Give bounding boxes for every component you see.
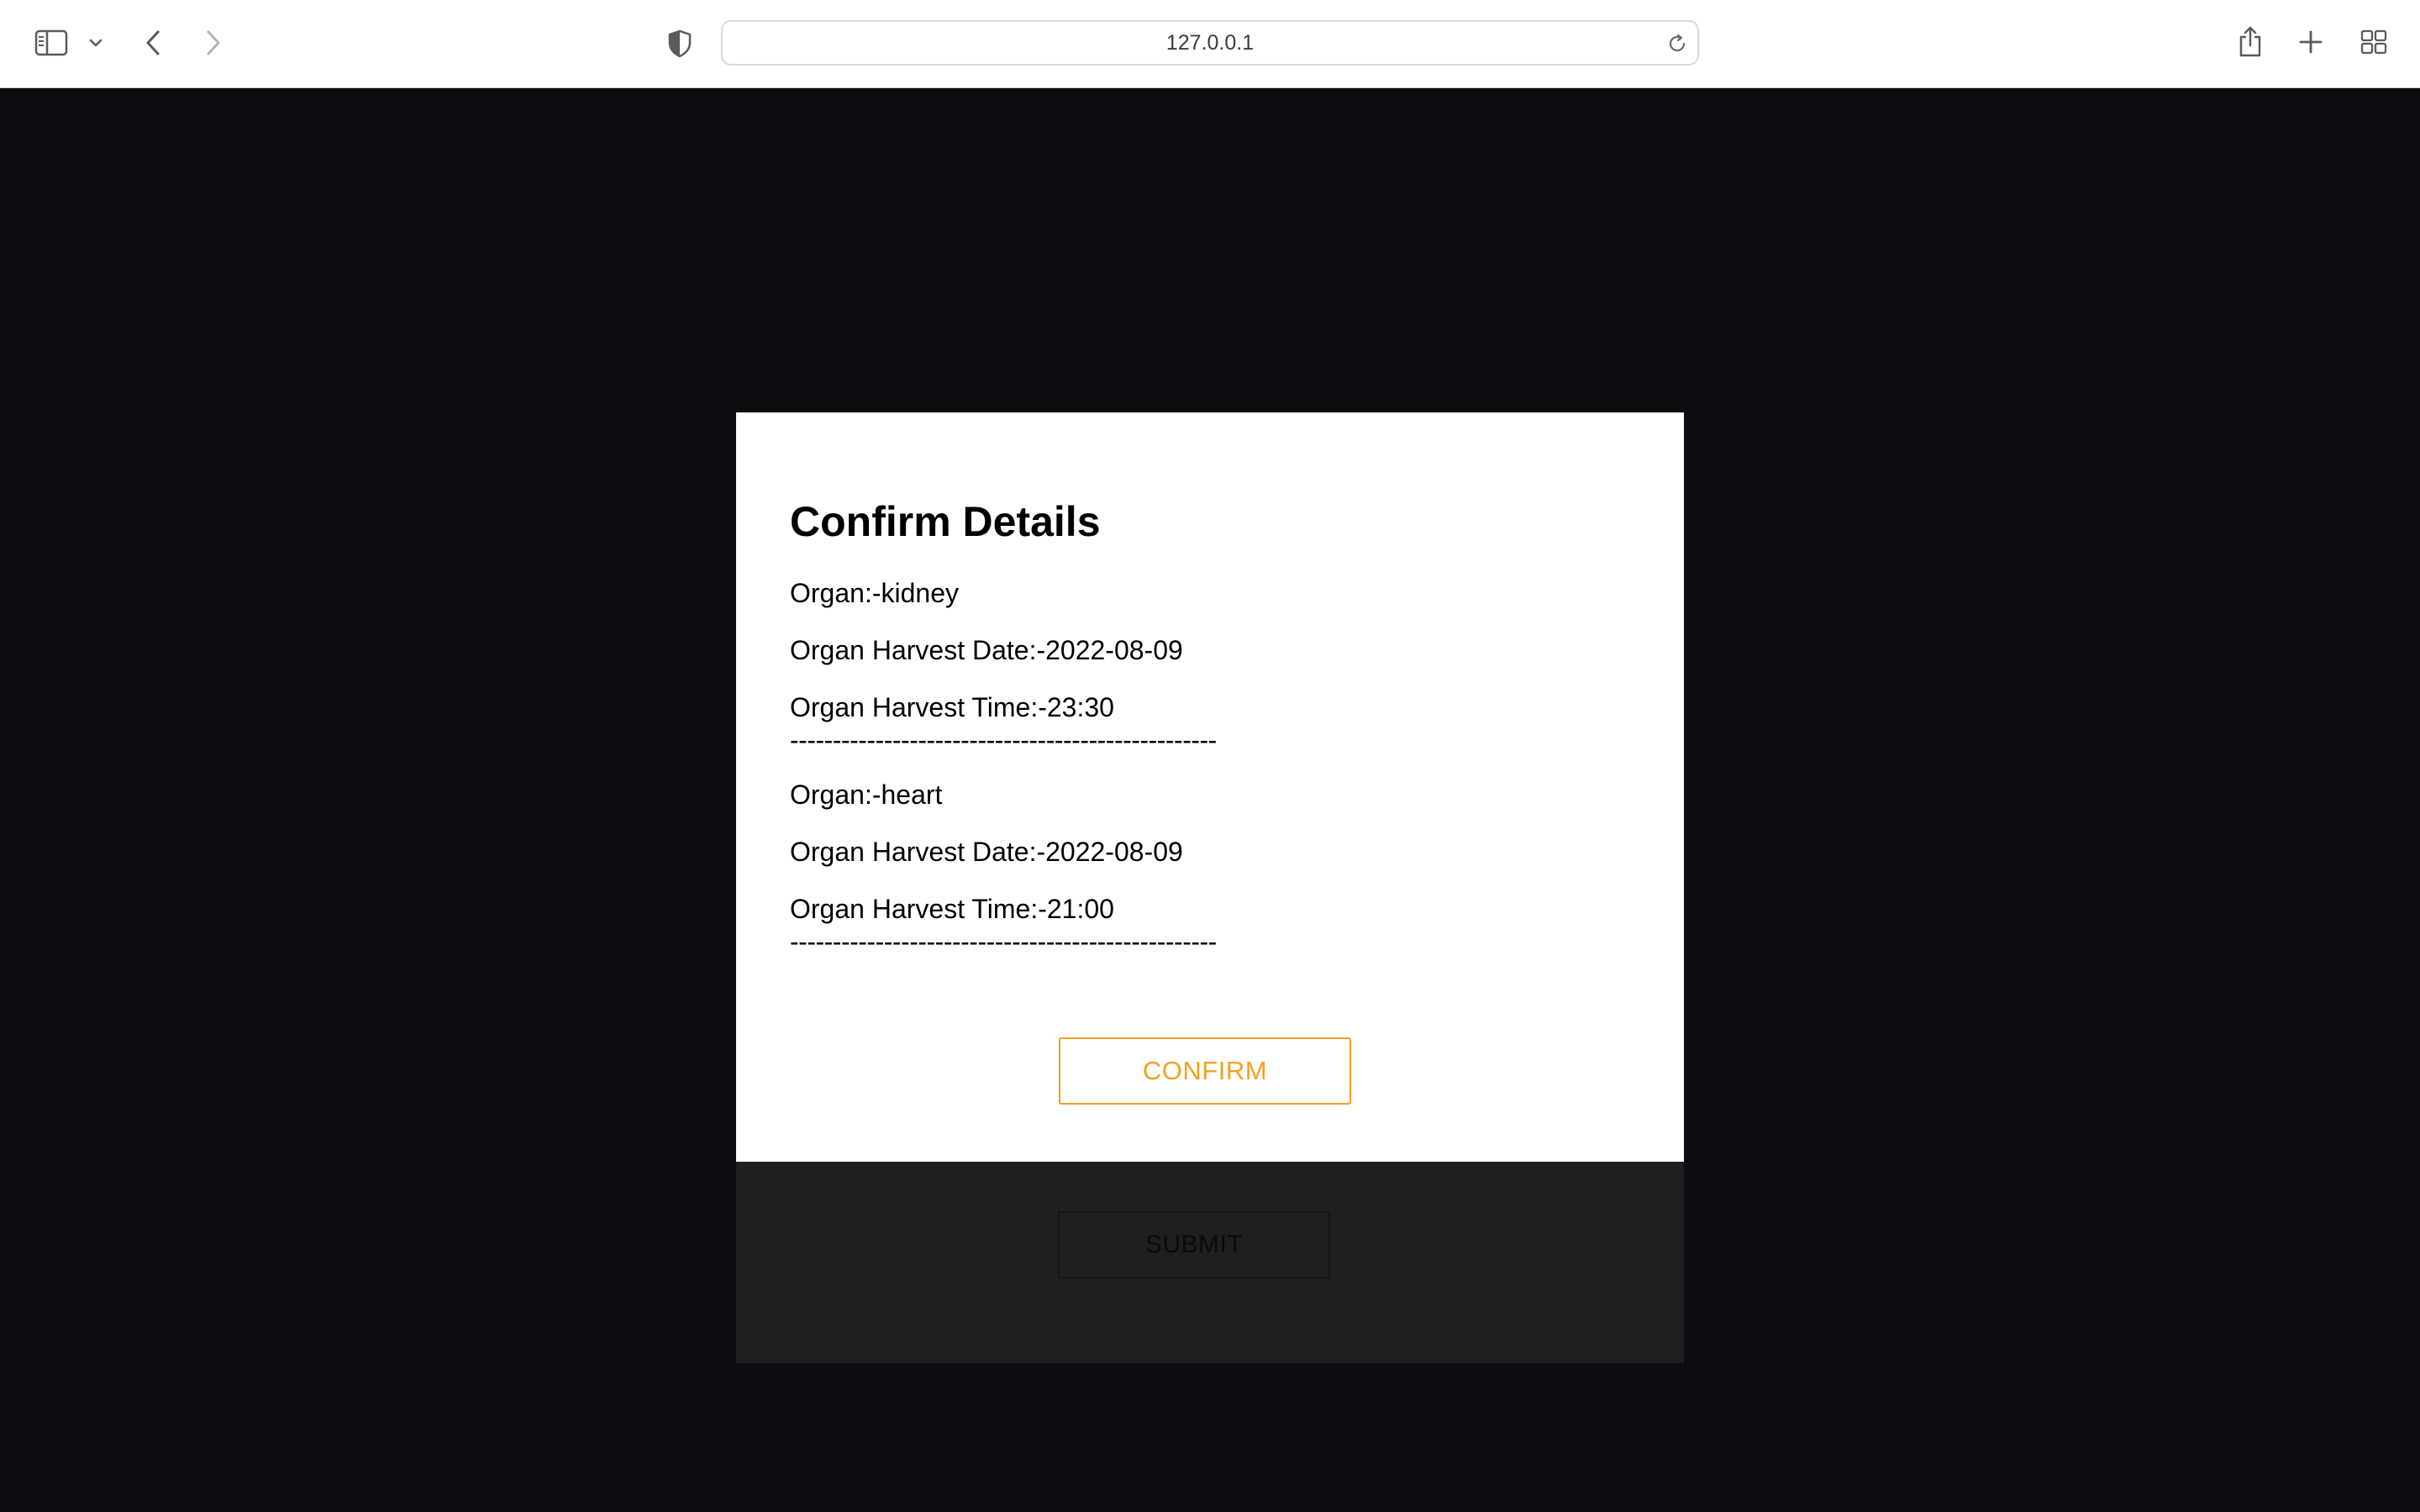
confirm-button[interactable]: CONFIRM [1059, 1037, 1351, 1105]
back-icon[interactable] [138, 25, 168, 60]
organ-harvest-date: Organ Harvest Date:-2022-08-09 [790, 635, 1183, 665]
reload-icon[interactable] [1665, 32, 1689, 55]
address-bar[interactable]: 127.0.0.1 [721, 20, 1699, 66]
organ-harvest-time: Organ Harvest Time:-21:00 [790, 894, 1114, 924]
plus-icon[interactable] [2296, 27, 2326, 57]
organ-name: Organ:-kidney [790, 578, 959, 608]
modal-title: Confirm Details [790, 498, 1101, 545]
share-icon[interactable] [2233, 22, 2267, 60]
url-text[interactable]: 127.0.0.1 [723, 22, 1697, 64]
submit-button: SUBMIT [1058, 1211, 1330, 1278]
organ-name: Organ:-heart [790, 780, 943, 810]
chevron-down-icon[interactable] [84, 32, 108, 54]
confirm-modal: Confirm Details Organ:-kidney Organ Harv… [736, 412, 1684, 1162]
shield-icon[interactable] [664, 27, 696, 60]
browser-toolbar: 127.0.0.1 [0, 0, 2420, 88]
entry-separator: ----------------------------------------… [790, 927, 1217, 957]
organ-harvest-time: Organ Harvest Time:-23:30 [790, 692, 1114, 722]
entry-separator: ----------------------------------------… [790, 725, 1217, 755]
organ-harvest-date: Organ Harvest Date:-2022-08-09 [790, 837, 1183, 867]
page-overlay: SUBMIT Confirm Details Organ:-kidney Org… [0, 88, 2420, 1512]
grid-icon[interactable] [2358, 27, 2390, 57]
forward-icon[interactable] [198, 25, 229, 60]
sidebar-icon[interactable] [32, 25, 71, 60]
